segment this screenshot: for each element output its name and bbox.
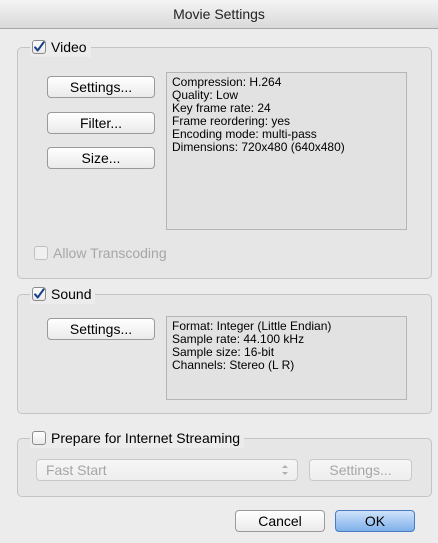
video-info-line: Dimensions: 720x480 (640x480) [172,140,345,154]
up-down-arrows-icon [282,465,288,475]
checkmark-icon [34,41,45,52]
video-checkbox[interactable] [32,40,46,54]
video-label: Video [51,39,87,55]
sound-checkbox[interactable] [32,287,46,301]
window-title: Movie Settings [0,0,438,29]
streaming-legend: Prepare for Internet Streaming [30,428,245,448]
streaming-label: Prepare for Internet Streaming [51,430,241,446]
sound-info-box: Format: Integer (Little Endian) Sample r… [166,316,407,400]
size-button[interactable]: Size... [47,147,155,169]
allow-transcoding-label: Allow Transcoding [53,245,167,261]
video-legend: Video [30,37,91,57]
sound-settings-button[interactable]: Settings... [47,318,155,340]
allow-transcoding-checkbox[interactable] [34,246,48,260]
streaming-settings-button[interactable]: Settings... [309,459,412,481]
sound-info-line: Channels: Stereo (L R) [172,358,295,372]
ok-button[interactable]: OK [335,510,415,532]
video-info-box: Compression: H.264 Quality: Low Key fram… [166,72,407,230]
streaming-mode-value: Fast Start [46,462,107,478]
filter-button[interactable]: Filter... [47,112,155,134]
sound-label: Sound [51,286,92,302]
video-settings-button[interactable]: Settings... [47,76,155,98]
checkmark-icon [34,288,45,299]
streaming-mode-select[interactable]: Fast Start [36,459,298,481]
allow-transcoding[interactable]: Allow Transcoding [34,245,167,261]
streaming-checkbox[interactable] [32,431,46,445]
cancel-button[interactable]: Cancel [235,510,325,532]
sound-legend: Sound [30,284,96,304]
